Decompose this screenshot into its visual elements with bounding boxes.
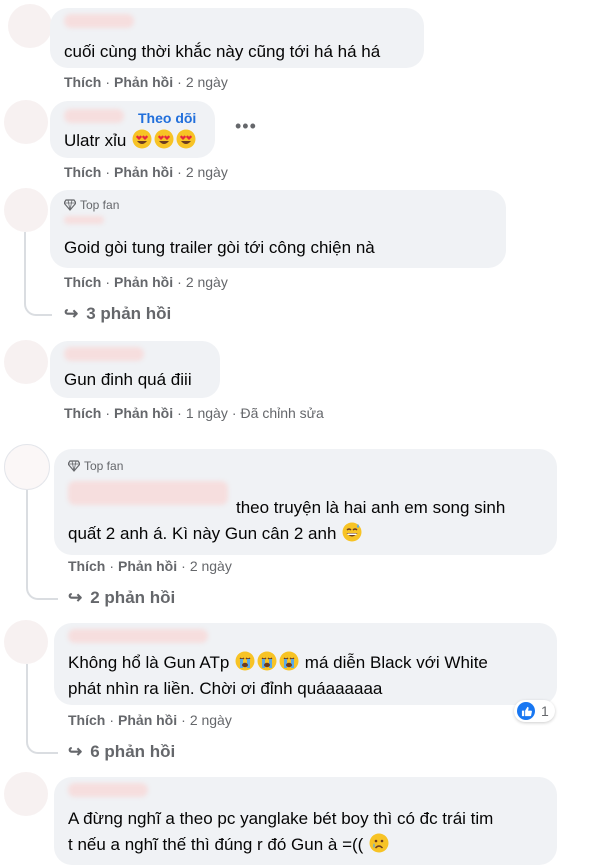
avatar[interactable] xyxy=(4,340,48,384)
avatar[interactable] xyxy=(8,4,52,48)
like-button[interactable]: Thích xyxy=(68,712,105,728)
like-button[interactable]: Thích xyxy=(64,164,101,180)
timestamp[interactable]: 1 ngày xyxy=(186,405,228,421)
comment-text: Goid gòi tung trailer gòi tới công chiện… xyxy=(64,238,375,257)
comment-actions: Thích · Phản hồi · 2 ngày xyxy=(64,74,228,90)
comment-bubble: A đừng nghĩ a theo pc yanglake bét boy t… xyxy=(54,777,557,865)
comment-text: cuối cùng thời khắc này cũng tới há há h… xyxy=(64,42,381,61)
diamond-icon xyxy=(64,199,76,211)
timestamp[interactable]: 2 ngày xyxy=(190,712,232,728)
sad-tear-emoji-icon xyxy=(368,833,390,854)
reaction-count[interactable]: 1 xyxy=(514,700,555,722)
avatar[interactable] xyxy=(4,444,50,490)
heart-eyes-emoji-icon xyxy=(131,129,197,150)
reply-button[interactable]: Phản hồi xyxy=(118,558,177,574)
comment-bubble: Theo dõi Ulatr xỉu xyxy=(50,101,215,158)
reply-button[interactable]: Phản hồi xyxy=(114,164,173,180)
view-replies-button[interactable]: ↪ 3 phản hồi xyxy=(64,304,171,324)
commenter-name[interactable] xyxy=(68,629,208,643)
avatar[interactable] xyxy=(4,620,48,664)
comment-text: Ulatr xỉu xyxy=(64,129,197,153)
reply-arrow-icon: ↪ xyxy=(68,588,83,607)
reply-arrow-icon: ↪ xyxy=(68,742,83,761)
comment-text-line: quất 2 anh á. Kì này Gun cân 2 anh xyxy=(68,522,363,546)
like-button[interactable]: Thích xyxy=(64,405,101,421)
crying-emoji-icon xyxy=(234,651,300,672)
commenter-name[interactable] xyxy=(64,14,134,28)
more-options-icon[interactable]: ••• xyxy=(235,116,257,137)
comment-actions: Thích · Phản hồi · 2 ngày xyxy=(68,712,232,728)
reply-thread-line xyxy=(24,232,52,316)
avatar[interactable] xyxy=(4,188,48,232)
comment-text-line: theo truyện là hai anh em song sinh xyxy=(236,498,506,517)
comment-text-line: Không hổ là Gun ATp má diễn Black với Wh… xyxy=(68,651,488,672)
view-replies-button[interactable]: ↪ 6 phản hồi xyxy=(68,742,175,762)
comment-text-line: phát nhìn ra liền. Chời ơi đỉnh quáaaaaa… xyxy=(68,679,383,698)
comment-text-line: A đừng nghĩ a theo pc yanglake bét boy t… xyxy=(68,809,494,828)
commenter-name[interactable] xyxy=(68,481,228,505)
commenter-name[interactable] xyxy=(64,216,104,224)
timestamp[interactable]: 2 ngày xyxy=(186,74,228,90)
reply-button[interactable]: Phản hồi xyxy=(114,274,173,290)
top-fan-badge: Top fan xyxy=(68,459,123,473)
like-button[interactable]: Thích xyxy=(64,74,101,90)
comment-bubble: Top fan theo truyện là hai anh em song s… xyxy=(54,449,557,555)
timestamp[interactable]: 2 ngày xyxy=(190,558,232,574)
comment-text: Gun đinh quá điii xyxy=(64,370,192,389)
timestamp[interactable]: 2 ngày xyxy=(186,164,228,180)
top-fan-badge: Top fan xyxy=(64,198,119,212)
comment-bubble: cuối cùng thời khắc này cũng tới há há h… xyxy=(50,8,424,68)
like-button[interactable]: Thích xyxy=(68,558,105,574)
reply-button[interactable]: Phản hồi xyxy=(118,712,177,728)
comment-bubble: Không hổ là Gun ATp má diễn Black với Wh… xyxy=(54,623,557,705)
like-button[interactable]: Thích xyxy=(64,274,101,290)
diamond-icon xyxy=(68,460,80,472)
reply-button[interactable]: Phản hồi xyxy=(114,405,173,421)
comment-actions: Thích · Phản hồi · 1 ngày · Đã chỉnh sửa xyxy=(64,405,324,421)
comment-actions: Thích · Phản hồi · 2 ngày xyxy=(64,274,228,290)
comment-actions: Thích · Phản hồi · 2 ngày xyxy=(64,164,228,180)
like-reaction-icon xyxy=(517,702,535,720)
avatar[interactable] xyxy=(4,100,48,144)
follow-button[interactable]: Theo dõi xyxy=(138,110,196,126)
view-replies-button[interactable]: ↪ 2 phản hồi xyxy=(68,588,175,608)
commenter-name[interactable] xyxy=(68,783,148,797)
comment-bubble: Gun đinh quá điii xyxy=(50,341,220,398)
comment-actions: Thích · Phản hồi · 2 ngày xyxy=(68,558,232,574)
edited-label[interactable]: Đã chỉnh sửa xyxy=(241,405,324,421)
reply-button[interactable]: Phản hồi xyxy=(114,74,173,90)
comment-bubble: Top fan Goid gòi tung trailer gòi tới cô… xyxy=(50,190,506,268)
comment-text-line: t nếu a nghĩ thế thì đúng r đó Gun à =(( xyxy=(68,833,390,857)
timestamp[interactable]: 2 ngày xyxy=(186,274,228,290)
avatar[interactable] xyxy=(4,772,48,816)
reply-arrow-icon: ↪ xyxy=(64,304,79,323)
grinning-sweat-emoji-icon xyxy=(341,522,363,543)
commenter-name[interactable] xyxy=(64,109,124,123)
commenter-name[interactable] xyxy=(64,347,144,361)
